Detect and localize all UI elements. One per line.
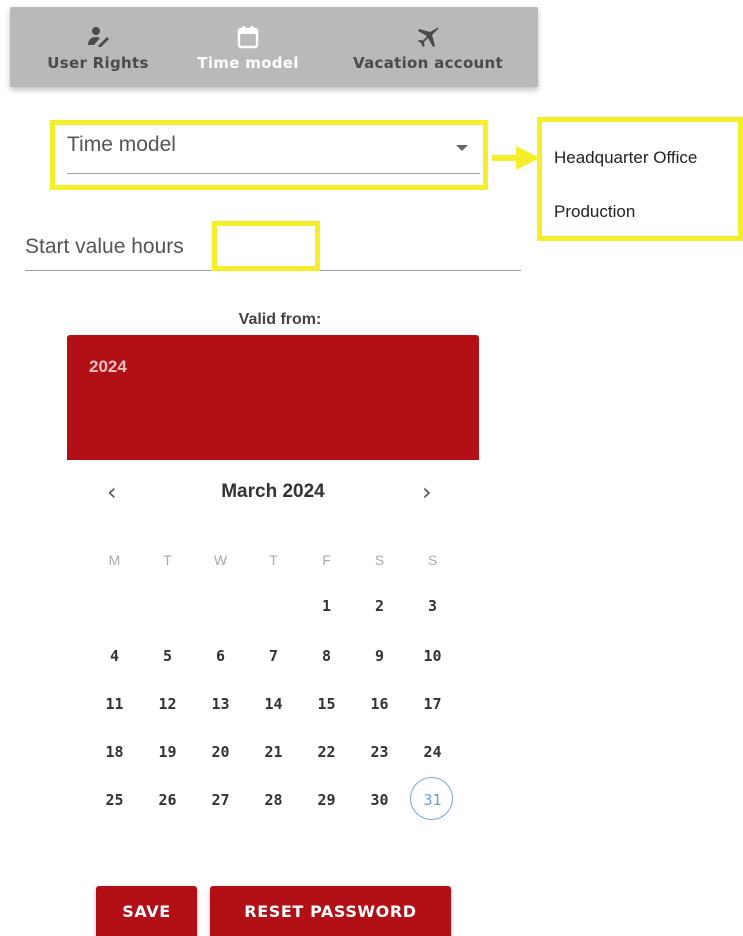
calendar-day[interactable]: 16 [353,684,406,724]
calendar-day[interactable]: 22 [300,732,353,772]
calendar-day[interactable]: 27 [194,780,247,820]
calendar-week: 4 5 6 7 8 9 10 [88,636,459,676]
calendar-week: 11 12 13 14 15 16 17 [88,684,459,724]
calendar-day[interactable]: 4 [88,636,141,676]
calendar-day[interactable]: 6 [194,636,247,676]
month-navigation: ‹ March 2024 › [67,476,479,512]
date-picker-header: 2024 [67,335,479,460]
calendar-week: 1 2 3 [88,586,459,626]
save-button[interactable]: SAVE [96,886,197,936]
calendar-day[interactable]: 7 [247,636,300,676]
calendar-day[interactable]: 8 [300,636,353,676]
calendar-day[interactable]: 10 [406,636,459,676]
option-headquarter-office[interactable]: Headquarter Office [554,148,697,168]
time-model-options: Headquarter Office Production [537,117,743,241]
calendar-week: 25 26 27 28 29 30 31 [88,777,459,820]
weekday-header: M T W T F S S [88,540,459,580]
calendar-day[interactable]: 11 [88,684,141,724]
tab-bar: User Rights Time model Vacation account [10,7,538,87]
calendar-day[interactable]: 3 [406,586,459,626]
airplane-icon [413,22,443,52]
chevron-right-icon[interactable]: › [422,478,432,506]
calendar-day[interactable]: 13 [194,684,247,724]
calendar-day[interactable]: 26 [141,780,194,820]
month-title: March 2024 [221,481,325,502]
valid-from-label: Valid from: [238,311,322,328]
calendar-day[interactable]: 15 [300,684,353,724]
time-model-select-value: Time model [67,133,176,156]
tab-time-model-label: Time model [197,54,299,72]
calendar-day-today[interactable]: 31 [406,777,459,820]
start-value-hours-input[interactable] [212,221,320,271]
calendar-week: 18 19 20 21 22 23 24 [88,732,459,772]
reset-password-button[interactable]: RESET PASSWORD [210,886,451,936]
option-production[interactable]: Production [554,202,635,222]
calendar-day[interactable]: 5 [141,636,194,676]
calendar-day[interactable]: 14 [247,684,300,724]
calendar-day[interactable]: 21 [247,732,300,772]
weekday-label: S [374,552,385,568]
calendar-day[interactable]: 12 [141,684,194,724]
user-rights-icon [83,22,113,52]
time-model-select[interactable]: Time model [67,133,480,174]
calendar-day[interactable]: 24 [406,732,459,772]
weekday-label: S [427,552,438,568]
calendar-day[interactable]: 28 [247,780,300,820]
calendar-day[interactable]: 18 [88,732,141,772]
weekday-label: T [163,552,172,568]
weekday-label: F [322,552,331,568]
arrow-right-icon [492,146,540,170]
calendar-day[interactable]: 29 [300,780,353,820]
tab-vacation-account[interactable]: Vacation account [344,7,512,87]
tab-vacation-account-label: Vacation account [353,54,503,72]
calendar-day[interactable]: 17 [406,684,459,724]
weekday-label: T [269,552,278,568]
weekday-label: M [108,552,121,568]
calendar-day[interactable]: 30 [353,780,406,820]
weekday-label: W [213,552,228,568]
calendar-day[interactable]: 2 [353,586,406,626]
dropdown-caret-icon[interactable] [456,145,468,151]
calendar-day[interactable]: 9 [353,636,406,676]
tab-user-rights[interactable]: User Rights [40,7,156,87]
tab-time-model[interactable]: Time model [188,7,308,87]
calendar-day[interactable]: 23 [353,732,406,772]
calendar-day[interactable]: 19 [141,732,194,772]
calendar-day[interactable]: 1 [300,586,353,626]
calendar-day[interactable]: 20 [194,732,247,772]
calendar-icon [233,22,263,52]
calendar-day[interactable]: 25 [88,780,141,820]
start-value-hours-label: Start value hours [25,235,184,258]
picker-year[interactable]: 2024 [89,357,127,377]
tab-user-rights-label: User Rights [47,54,149,72]
